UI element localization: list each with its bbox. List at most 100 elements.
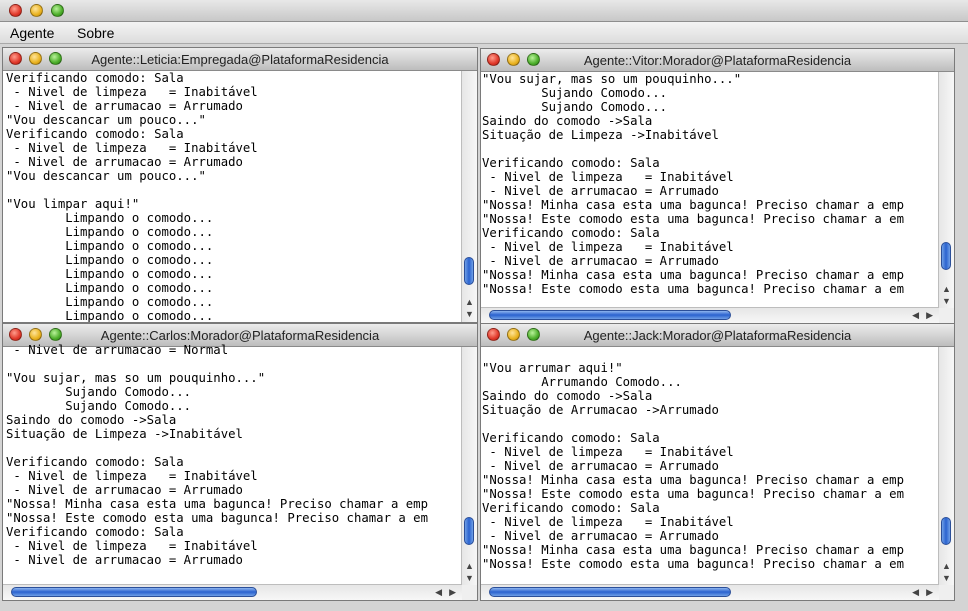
scroll-down-arrow-icon[interactable]: ▼ — [942, 296, 951, 306]
log-line: "Nossa! Minha casa esta uma bagunca! Pre… — [482, 543, 904, 557]
scroll-down-arrow-icon[interactable]: ▼ — [942, 573, 951, 583]
log-line: "Nossa! Minha casa esta uma bagunca! Pre… — [482, 198, 904, 212]
vertical-scroll-thumb[interactable] — [941, 517, 951, 545]
log-line: "Nossa! Minha casa esta uma bagunca! Pre… — [482, 268, 904, 282]
log-line: "Vou descancar um pouco..." — [6, 169, 206, 183]
log-line: Verificando comodo: Sala — [482, 501, 660, 515]
log-line: - Nivel de arrumacao = Arrumado — [6, 553, 243, 567]
log-line: "Vou arrumar aqui!" — [482, 361, 623, 375]
agent-window-vitor[interactable]: Agente::Vitor:Morador@PlataformaResidenc… — [480, 48, 955, 324]
agent-window-carlos[interactable]: Agente::Carlos:Morador@PlataformaResiden… — [2, 323, 478, 601]
menu-agente[interactable]: Agente — [10, 25, 54, 41]
vertical-scrollbar[interactable]: ▲ ▼ — [461, 71, 477, 322]
vertical-scrollbar[interactable]: ▲ ▼ — [938, 72, 954, 308]
vertical-scroll-thumb[interactable] — [464, 517, 474, 545]
scroll-corner — [939, 308, 954, 323]
log-line: Situação de Arrumacao ->Arrumado — [482, 403, 719, 417]
log-line: - Nivel de limpeza = Inabitável — [6, 539, 258, 553]
log-line: Limpando o comodo... — [6, 281, 214, 295]
log-line: - Nivel de limpeza = Inabitável — [6, 85, 258, 99]
vertical-scrollbar[interactable]: ▲ ▼ — [938, 347, 954, 585]
horizontal-scroll-thumb[interactable] — [489, 587, 731, 597]
scroll-up-arrow-icon[interactable]: ▲ — [465, 561, 474, 571]
scroll-right-arrow-icon[interactable]: ▶ — [926, 310, 933, 320]
close-window-button[interactable] — [9, 4, 22, 17]
log-line: - Nivel de arrumacao = Normal — [6, 343, 229, 357]
horizontal-scrollbar[interactable]: ◀ ▶ — [3, 584, 462, 600]
scroll-corner — [939, 585, 954, 600]
horizontal-scroll-thumb[interactable] — [489, 310, 731, 320]
log-line: "Vou sujar, mas so um pouquinho..." — [6, 371, 266, 385]
horizontal-scroll-thumb[interactable] — [11, 587, 257, 597]
log-line: Verificando comodo: Sala — [6, 71, 184, 85]
desktop-pane: Agente::Leticia:Empregada@PlataformaResi… — [0, 44, 968, 611]
log-line: "Vou descancar um pouco..." — [6, 113, 206, 127]
scroll-down-arrow-icon[interactable]: ▼ — [465, 309, 474, 319]
scroll-left-arrow-icon[interactable]: ◀ — [912, 587, 919, 597]
minimize-window-button[interactable] — [30, 4, 43, 17]
log-line: Situação de Limpeza ->Inabitável — [6, 427, 243, 441]
scroll-up-arrow-icon[interactable]: ▲ — [942, 561, 951, 571]
agent-log: - Nivel de arrumacao = Normal "Vou sujar… — [6, 343, 464, 567]
log-line: "Nossa! Este comodo esta uma bagunca! Pr… — [482, 557, 904, 571]
log-line: Verificando comodo: Sala — [6, 525, 184, 539]
log-line: "Nossa! Minha casa esta uma bagunca! Pre… — [6, 497, 428, 511]
agent-log: "Vou sujar, mas so um pouquinho..." Suja… — [482, 72, 940, 296]
vertical-scroll-thumb[interactable] — [464, 257, 474, 285]
log-line: - Nivel de limpeza = Inabitável — [482, 240, 734, 254]
log-line: - Nivel de limpeza = Inabitável — [6, 469, 258, 483]
scroll-left-arrow-icon[interactable]: ◀ — [912, 310, 919, 320]
scroll-left-arrow-icon[interactable]: ◀ — [435, 587, 442, 597]
log-line: - Nivel de limpeza = Inabitável — [482, 170, 734, 184]
log-line: - Nivel de arrumacao = Arrumado — [6, 483, 243, 497]
log-line: - Nivel de limpeza = Inabitável — [6, 141, 258, 155]
horizontal-scrollbar[interactable]: ◀ ▶ — [481, 307, 939, 323]
scroll-right-arrow-icon[interactable]: ▶ — [449, 587, 456, 597]
agent-window-jack[interactable]: Agente::Jack:Morador@PlataformaResidenci… — [480, 323, 955, 601]
log-line: Limpando o comodo... — [6, 267, 214, 281]
log-line: "Nossa! Minha casa esta uma bagunca! Pre… — [482, 473, 904, 487]
log-line: "Vou limpar aqui!" — [6, 197, 140, 211]
log-line: - Nivel de arrumacao = Arrumado — [482, 529, 719, 543]
log-line: - Nivel de arrumacao = Arrumado — [482, 184, 719, 198]
log-line: Limpando o comodo... — [6, 211, 214, 225]
vertical-scroll-thumb[interactable] — [941, 242, 951, 270]
agent-window-leticia[interactable]: Agente::Leticia:Empregada@PlataformaResi… — [2, 47, 478, 323]
vertical-scrollbar[interactable]: ▲ ▼ — [461, 347, 477, 585]
zoom-window-button[interactable] — [51, 4, 64, 17]
agent-log: Verificando comodo: Sala - Nivel de limp… — [6, 71, 258, 323]
scroll-down-arrow-icon[interactable]: ▼ — [465, 573, 474, 583]
log-line: Situação de Limpeza ->Inabitável — [482, 128, 719, 142]
log-line: - Nivel de arrumacao = Arrumado — [482, 254, 719, 268]
log-line: Verificando comodo: Sala — [482, 431, 660, 445]
agent-window-titlebar[interactable]: Agente::Leticia:Empregada@PlataformaResi… — [3, 48, 477, 71]
log-line: Verificando comodo: Sala — [482, 226, 660, 240]
agent-window-titlebar[interactable]: Agente::Vitor:Morador@PlataformaResidenc… — [481, 49, 954, 72]
log-line: Sujando Comodo... — [6, 399, 192, 413]
log-line: "Nossa! Este comodo esta uma bagunca! Pr… — [482, 487, 904, 501]
log-line: Saindo do comodo ->Sala — [482, 389, 653, 403]
log-line: Verificando comodo: Sala — [6, 127, 184, 141]
agent-window-title: Agente::Jack:Morador@PlataformaResidenci… — [583, 328, 852, 343]
log-line: Sujando Comodo... — [482, 86, 668, 100]
log-line: Sujando Comodo... — [482, 100, 668, 114]
log-line: "Nossa! Este comodo esta uma bagunca! Pr… — [482, 212, 904, 226]
scroll-up-arrow-icon[interactable]: ▲ — [465, 297, 474, 307]
menu-sobre[interactable]: Sobre — [77, 25, 114, 41]
log-line: - Nivel de arrumacao = Arrumado — [482, 459, 719, 473]
log-line: Limpando o comodo... — [6, 253, 214, 267]
log-line: Verificando comodo: Sala — [482, 156, 660, 170]
main-window-titlebar[interactable] — [0, 0, 968, 22]
log-line: Limpando o comodo... — [6, 309, 214, 323]
log-line: Verificando comodo: Sala — [6, 455, 184, 469]
horizontal-scrollbar[interactable]: ◀ ▶ — [481, 584, 939, 600]
scroll-up-arrow-icon[interactable]: ▲ — [942, 284, 951, 294]
agent-window-titlebar[interactable]: Agente::Jack:Morador@PlataformaResidenci… — [481, 324, 954, 347]
log-line: "Nossa! Este comodo esta uma bagunca! Pr… — [482, 282, 904, 296]
log-line: "Nossa! Este comodo esta uma bagunca! Pr… — [6, 511, 428, 525]
scroll-right-arrow-icon[interactable]: ▶ — [926, 587, 933, 597]
